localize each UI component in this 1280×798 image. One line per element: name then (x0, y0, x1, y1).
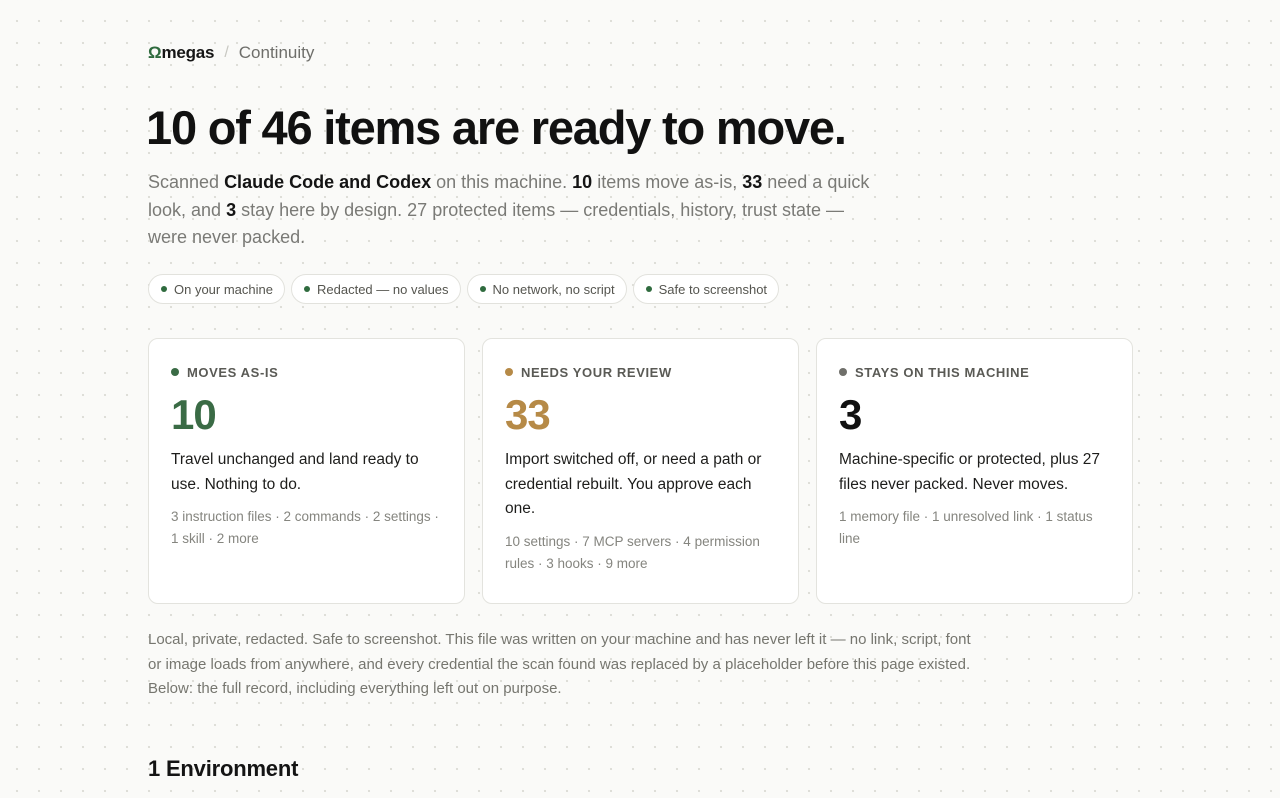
card-header: NEEDS YOUR REVIEW (505, 364, 776, 380)
status-dot-icon (479, 286, 486, 292)
section-heading-environment: 1 Environment (148, 756, 299, 781)
card-header: MOVES AS-IS (171, 364, 442, 380)
status-dot-icon (645, 286, 652, 292)
pill-label: On your machine (174, 281, 273, 297)
card-breakdown: 1 memory file · 1 unresolved link · 1 st… (839, 509, 1093, 546)
breadcrumb: Ωmegas / Continuity (148, 43, 314, 63)
card-count: 3 (839, 391, 862, 438)
card-stays-on-machine: STAYS ON THIS MACHINE 3 Machine-specific… (816, 338, 1133, 604)
summary-text: on this machine. (431, 172, 573, 192)
breadcrumb-separator: / (224, 44, 229, 61)
privacy-note: Local, private, redacted. Safe to screen… (148, 631, 971, 697)
pill-no-network: No network, no script (466, 274, 627, 304)
card-count: 33 (505, 391, 551, 438)
card-label: NEEDS YOUR REVIEW (521, 364, 672, 380)
summary-text: items move as-is, (592, 172, 743, 192)
card-description: Import switched off, or need a path or c… (505, 451, 762, 517)
pill-redacted: Redacted — no values (291, 274, 461, 304)
trust-pills: On your machine Redacted — no values No … (148, 274, 780, 304)
card-description: Travel unchanged and land ready to use. … (171, 451, 419, 493)
card-moves-as-is: MOVES AS-IS 10 Travel unchanged and land… (148, 338, 465, 604)
summary-stay-count: 3 (226, 199, 237, 220)
pill-safe-screenshot: Safe to screenshot (632, 274, 780, 304)
card-header: STAYS ON THIS MACHINE (839, 364, 1110, 380)
summary-text: stay here by design. 27 protected items … (148, 199, 845, 248)
brand-name: megas (161, 43, 215, 62)
status-dot-icon (304, 286, 310, 292)
pill-on-machine: On your machine (148, 274, 285, 304)
card-needs-review: NEEDS YOUR REVIEW 33 Import switched off… (482, 338, 799, 604)
page-title: 10 of 46 items are ready to move. (146, 101, 847, 154)
continuity-report-page: Ωmegas / Continuity 10 of 46 items are r… (0, 0, 1280, 798)
card-description: Machine-specific or protected, plus 27 f… (839, 451, 1101, 493)
pill-label: Redacted — no values (317, 281, 449, 297)
card-breakdown: 3 instruction files · 2 commands · 2 set… (171, 509, 439, 546)
pill-label: Safe to screenshot (658, 281, 768, 297)
scan-summary: Scanned Claude Code and Codex on this ma… (148, 169, 888, 252)
summary-cards: MOVES AS-IS 10 Travel unchanged and land… (148, 338, 1133, 604)
status-dot-icon (161, 286, 167, 292)
omega-logo-icon: Ω (148, 43, 162, 62)
summary-agents: Claude Code and Codex (224, 172, 432, 192)
card-label: MOVES AS-IS (187, 364, 279, 380)
card-count: 10 (171, 391, 217, 438)
card-breakdown: 10 settings · 7 MCP servers · 4 permissi… (505, 533, 760, 571)
summary-text: Scanned (148, 172, 225, 192)
summary-review-count: 33 (742, 172, 763, 192)
status-dot-icon (171, 368, 179, 376)
breadcrumb-section: Continuity (238, 43, 315, 62)
brand-logo[interactable]: Ωmegas (148, 43, 215, 63)
summary-moves-count: 10 (572, 172, 593, 192)
card-label: STAYS ON THIS MACHINE (855, 364, 1030, 380)
pill-label: No network, no script (492, 281, 615, 297)
status-dot-icon (839, 368, 847, 376)
status-dot-icon (505, 368, 513, 376)
